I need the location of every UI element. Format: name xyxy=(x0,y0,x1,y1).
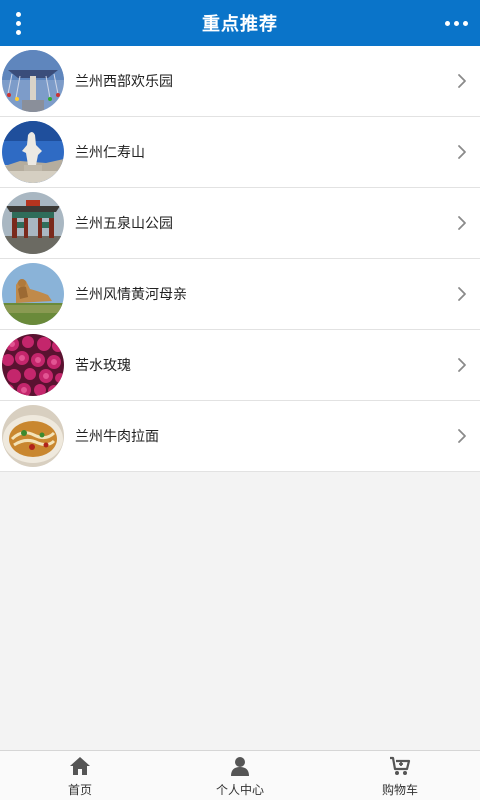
list-item-label: 兰州西部欢乐园 xyxy=(75,74,173,90)
chevron-right-icon xyxy=(450,282,474,306)
nav-cart[interactable]: 购物车 xyxy=(320,751,480,800)
chevron-right-icon xyxy=(450,424,474,448)
home-icon xyxy=(70,757,90,775)
recommendation-list: 兰州西部欢乐园 兰州仁寿山 兰州五泉山公园 兰州风情黄河母亲 苦水玫瑰 兰州牛肉… xyxy=(0,46,480,472)
nav-profile-label: 个人中心 xyxy=(215,783,264,797)
nav-profile[interactable]: 个人中心 xyxy=(160,751,320,800)
nav-home-label: 首页 xyxy=(67,783,92,797)
nav-home[interactable]: 首页 xyxy=(0,751,160,800)
list-item[interactable]: 兰州仁寿山 xyxy=(0,117,480,188)
chevron-right-icon xyxy=(450,140,474,164)
horizontal-dots-icon[interactable] xyxy=(442,0,470,46)
yellow-river-mother-thumbnail xyxy=(2,263,64,325)
chevron-right-icon xyxy=(450,353,474,377)
list-item-label: 兰州五泉山公园 xyxy=(75,216,173,232)
roses-thumbnail xyxy=(2,334,64,396)
list-item[interactable]: 苦水玫瑰 xyxy=(0,330,480,401)
top-bar: 重点推荐 xyxy=(0,0,480,46)
user-icon xyxy=(231,757,249,776)
list-item-label: 兰州牛肉拉面 xyxy=(75,429,159,445)
list-item-label: 兰州风情黄河母亲 xyxy=(75,287,187,303)
bottom-navigation: 首页 个人中心 购物车 xyxy=(0,750,480,800)
nav-cart-label: 购物车 xyxy=(381,783,418,797)
park-gate-thumbnail xyxy=(2,192,64,254)
vertical-dots-icon[interactable] xyxy=(6,0,30,46)
amusement-park-thumbnail xyxy=(2,50,64,112)
page-title: 重点推荐 xyxy=(202,14,278,35)
list-item-label: 苦水玫瑰 xyxy=(75,358,131,374)
list-item[interactable]: 兰州西部欢乐园 xyxy=(0,46,480,117)
list-item-label: 兰州仁寿山 xyxy=(75,145,145,161)
list-item[interactable]: 兰州五泉山公园 xyxy=(0,188,480,259)
list-item[interactable]: 兰州牛肉拉面 xyxy=(0,401,480,472)
beef-noodles-thumbnail xyxy=(2,405,64,467)
mountain-statue-thumbnail xyxy=(2,121,64,183)
app-screen: 重点推荐 兰州西部欢乐园 兰州仁寿山 兰州五泉山公园 兰州风情黄河母亲 苦水玫瑰… xyxy=(0,0,480,800)
chevron-right-icon xyxy=(450,69,474,93)
chevron-right-icon xyxy=(450,211,474,235)
list-item[interactable]: 兰州风情黄河母亲 xyxy=(0,259,480,330)
cart-icon xyxy=(390,756,411,775)
